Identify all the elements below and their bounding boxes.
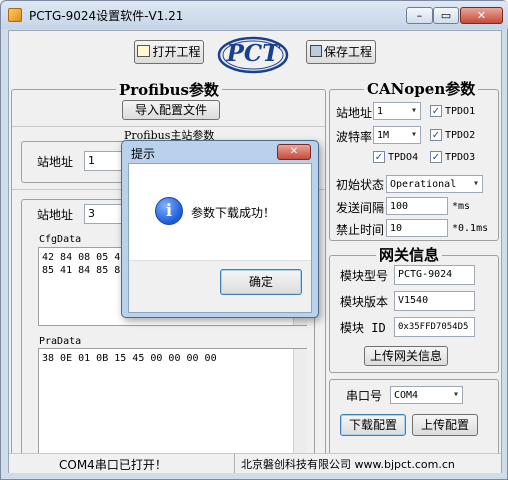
- profibus-title: Profibus参数: [116, 79, 222, 100]
- tpdo4-label: TPDO4: [388, 152, 419, 163]
- app-icon: [8, 8, 22, 22]
- port-value: COM4: [394, 390, 419, 401]
- send-interval-label: 发送间隔: [336, 201, 385, 215]
- send-interval-input[interactable]: 100: [386, 197, 448, 215]
- inhibit-time-input[interactable]: 10: [386, 219, 448, 237]
- tpdo3-checkbox[interactable]: ✓: [430, 151, 442, 163]
- upload-gateway-info-button[interactable]: 上传网关信息: [364, 346, 448, 366]
- disk-icon: [309, 45, 322, 57]
- save-project-button[interactable]: 保存工程: [306, 40, 376, 64]
- folder-icon: [137, 45, 151, 57]
- baud-label: 波特率: [336, 130, 373, 144]
- version-label: 模块版本: [340, 295, 389, 309]
- can-station-value: 1: [377, 106, 384, 117]
- model-field: PCTG-9024: [394, 265, 475, 285]
- tpdo3-label: TPDO3: [445, 152, 476, 163]
- tpdo4-checkbox[interactable]: ✓: [373, 151, 385, 163]
- inhibit-time-unit: *0.1ms: [452, 223, 489, 234]
- pradata-textarea[interactable]: 38 0E 01 0B 15 45 00 00 00 00: [38, 348, 307, 455]
- baud-select[interactable]: 1M: [373, 126, 421, 144]
- title-bar[interactable]: PCTG-9024设置软件-V1.21 – ▭ ✕: [1, 1, 508, 29]
- window-title: PCTG-9024设置软件-V1.21: [29, 9, 184, 23]
- can-station-label: 站地址: [336, 106, 373, 120]
- init-state-label: 初始状态: [336, 178, 385, 192]
- cfgdata-label: CfgData: [39, 234, 82, 245]
- save-project-label: 保存工程: [323, 45, 372, 59]
- port-label: 串口号: [346, 389, 383, 403]
- pct-logo: PCT: [217, 34, 289, 76]
- version-field: V1540: [394, 291, 475, 311]
- send-interval-unit: *ms: [452, 201, 471, 212]
- open-project-button[interactable]: 打开工程: [134, 40, 204, 64]
- baud-value: 1M: [377, 130, 390, 141]
- maximize-button[interactable]: ▭: [433, 7, 459, 24]
- canopen-title: CANopen参数: [364, 78, 479, 99]
- pradata-scrollbar[interactable]: [293, 349, 307, 454]
- init-state-value: Operational: [390, 179, 457, 190]
- info-icon: i: [155, 197, 183, 225]
- import-config-button[interactable]: 导入配置文件: [122, 100, 220, 120]
- init-state-select[interactable]: Operational: [386, 175, 483, 193]
- dialog-title: 提示: [131, 147, 156, 161]
- download-config-button[interactable]: 下载配置: [340, 414, 406, 436]
- dialog-message: 参数下载成功！: [191, 206, 276, 220]
- open-project-label: 打开工程: [152, 45, 201, 59]
- tpdo1-label: TPDO1: [445, 106, 476, 117]
- status-bar: COM4串口已打开！ 北京磐创科技有限公司 www.bjpct.com.cn: [9, 453, 501, 473]
- upload-config-button[interactable]: 上传配置: [412, 414, 478, 436]
- dialog-body: i 参数下载成功！ 确定: [128, 163, 312, 313]
- tpdo2-label: TPDO2: [445, 130, 476, 141]
- dialog-close-button[interactable]: ✕: [277, 144, 311, 160]
- status-left: COM4串口已打开！: [59, 458, 167, 472]
- id-field: 0x35FFD7054D5: [394, 317, 475, 337]
- inhibit-time-label: 禁止时间: [336, 223, 385, 237]
- slave-station-label: 站地址: [37, 208, 74, 222]
- master-station-label: 站地址: [37, 155, 74, 169]
- close-button[interactable]: ✕: [460, 7, 503, 24]
- dialog-footer: 确定: [129, 260, 311, 312]
- minimize-button[interactable]: –: [406, 7, 433, 24]
- can-station-select[interactable]: 1: [373, 102, 421, 120]
- status-right: 北京磐创科技有限公司 www.bjpct.com.cn: [241, 458, 455, 471]
- logo-text: PCT: [226, 40, 280, 67]
- gateway-title: 网关信息: [376, 244, 443, 265]
- port-select[interactable]: COM4: [390, 386, 463, 404]
- tpdo2-checkbox[interactable]: ✓: [430, 129, 442, 141]
- tpdo1-checkbox[interactable]: ✓: [430, 105, 442, 117]
- status-divider: [234, 454, 235, 473]
- id-label: 模块 ID: [340, 321, 386, 335]
- model-label: 模块型号: [340, 269, 389, 283]
- ok-button[interactable]: 确定: [220, 269, 302, 295]
- message-dialog: 提示 ✕ i 参数下载成功！ 确定: [121, 140, 319, 318]
- pradata-label: PraData: [39, 336, 82, 347]
